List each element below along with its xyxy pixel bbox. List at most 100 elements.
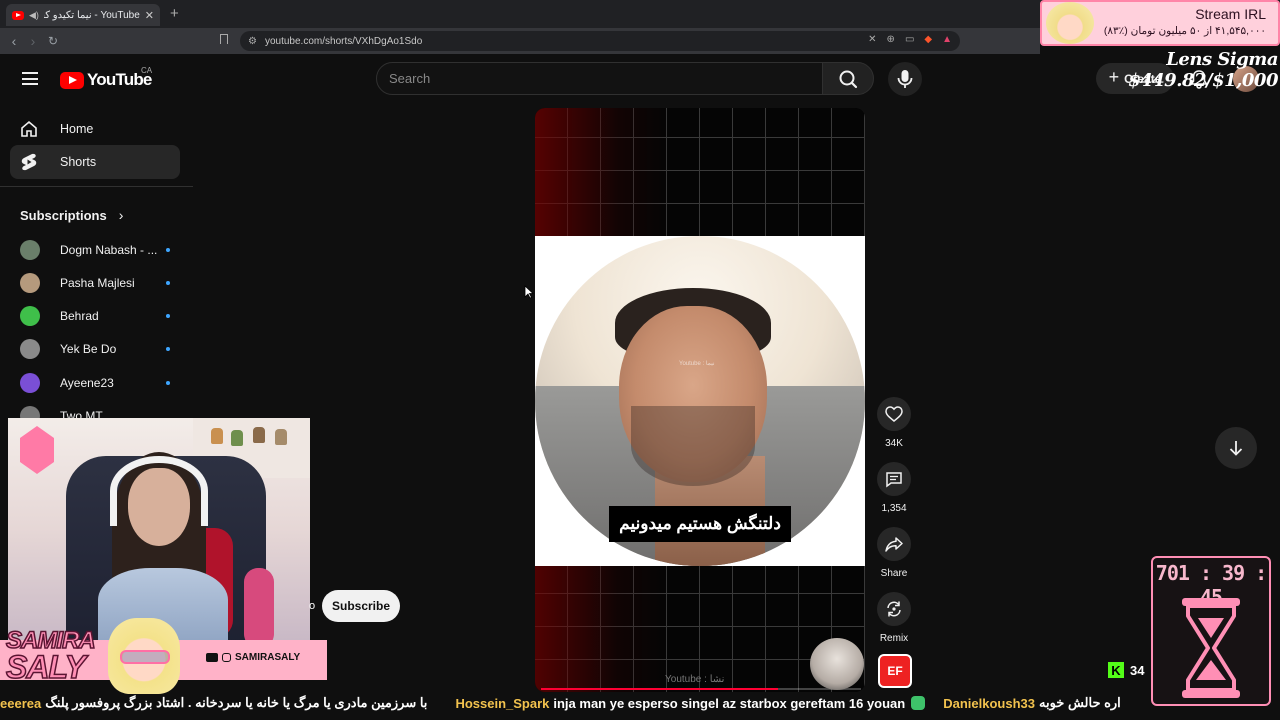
subscription-item[interactable]: Behrad [20, 303, 170, 329]
chevron-right-icon: › [118, 207, 124, 223]
viewer-count: K 34 [1108, 662, 1144, 678]
kick-logo-icon: K [1108, 662, 1124, 678]
bookmark-icon[interactable] [220, 34, 228, 44]
figurine [231, 430, 243, 446]
progress-fill [541, 688, 778, 690]
reload-icon[interactable]: ↻ [45, 34, 61, 48]
channel-avatar [20, 373, 40, 393]
new-tab-icon[interactable]: + [170, 5, 179, 22]
short-channel-avatar[interactable] [810, 638, 864, 690]
browser-tab[interactable]: ◀) YouTube - نیما تکیدو کجاس ؟ ✕ [6, 4, 160, 26]
figurine [211, 428, 223, 444]
subscription-item[interactable]: Dogm Nabash - ... [20, 237, 170, 263]
new-content-dot [166, 281, 170, 285]
speaker-icon[interactable]: ◀) [29, 10, 39, 21]
forward-icon[interactable]: › [25, 33, 41, 49]
channel-name: Yek Be Do [60, 342, 117, 356]
comment-count: 1,354 [881, 503, 907, 514]
shorts-player[interactable]: Youtube : نیما دلتنگش هستیم میدونیم Yout… [535, 108, 865, 692]
country-code: CA [141, 66, 153, 75]
close-tab-icon[interactable]: ✕ [145, 9, 154, 22]
handle-text: SAMIRASALY [235, 652, 301, 663]
back-icon[interactable]: ‹ [6, 33, 22, 49]
voice-search-button[interactable] [888, 62, 922, 96]
brand-name-line2: SALY [5, 649, 86, 685]
new-content-dot [166, 248, 170, 252]
subscription-item[interactable]: Yek Be Do [20, 336, 170, 362]
shorts-icon [20, 153, 38, 171]
next-short-button[interactable] [1215, 427, 1257, 469]
donation-avatar [1046, 2, 1094, 44]
video-watermark: Youtube : نیما [679, 361, 715, 367]
subscription-item[interactable]: Pasha Majlesi [20, 270, 170, 296]
youtube-logo[interactable]: YouTube [60, 70, 152, 90]
arrow-down-icon [1229, 441, 1243, 456]
beard [631, 406, 755, 486]
omnibox-actions: ✕ ⊕ ▭ ◆ ▲ [868, 34, 952, 45]
instagram-icon [222, 653, 231, 662]
brave-shield-icon[interactable]: ◆ [924, 34, 932, 45]
rewards-icon[interactable]: ▲ [942, 34, 952, 45]
chat-message: اره حالش خوبه [1039, 695, 1121, 710]
comments-button[interactable] [877, 462, 911, 496]
progress-bar[interactable] [541, 688, 861, 690]
remix-button[interactable] [877, 592, 911, 626]
youtube-favicon-icon [12, 10, 24, 20]
remix-icon [887, 601, 901, 617]
hourglass-icon [1180, 596, 1242, 705]
viewer-count-text: 34 [1130, 662, 1145, 678]
figurine [275, 429, 287, 445]
url-text: youtube.com/shorts/VXhDgAo1Sdo [264, 35, 423, 47]
headphones [110, 456, 208, 526]
site-info-icon[interactable]: ⚙ [248, 36, 257, 47]
cartoon-glasses [120, 650, 170, 664]
sound-thumbnail[interactable]: EF [878, 654, 912, 688]
channel-avatar [20, 240, 40, 260]
subscribe-peek-text: o [309, 600, 316, 612]
like-button[interactable] [877, 397, 911, 431]
address-bar[interactable]: ⚙ youtube.com/shorts/VXhDgAo1Sdo ✕ ⊕ ▭ ◆… [240, 31, 960, 51]
share-button[interactable] [877, 527, 911, 561]
remix-label: Remix [879, 633, 909, 644]
menu-icon[interactable] [22, 72, 38, 85]
zoom-icon[interactable]: ⊕ [887, 34, 895, 45]
channel-avatar [20, 339, 40, 359]
emote-icon [911, 696, 926, 710]
subscriptions-label: Subscriptions [20, 207, 107, 223]
channel-name: Pasha Majlesi [60, 276, 135, 290]
heart-icon [885, 406, 903, 422]
donation-progress-text: ۴۱,۵۴۵,۰۰۰ از ۵۰ میلیون تومان (٪۸۳) [1103, 25, 1266, 37]
sidebar-item-shorts[interactable]: Shorts [10, 145, 180, 179]
goal-text: Lens Sigma $449.82/$1,000 [1128, 49, 1278, 91]
figurine [253, 427, 265, 443]
home-icon [20, 120, 38, 138]
new-content-dot [166, 381, 170, 385]
mute-icon[interactable]: ✕ [868, 34, 876, 45]
like-count: 34K [885, 438, 903, 449]
channel-name: Ayeene23 [60, 376, 114, 390]
cast-icon[interactable]: ▭ [905, 34, 914, 45]
share-label: Share [880, 568, 908, 579]
channel-avatar [20, 273, 40, 293]
subscriptions-heading[interactable]: Subscriptions › [20, 207, 123, 223]
subscription-item[interactable]: Ayeene23 [20, 370, 170, 396]
chat-username: Danielkoush33 [943, 695, 1035, 711]
search-input[interactable]: Search [376, 62, 823, 95]
youtube-small-icon [206, 653, 218, 662]
search-icon [839, 70, 858, 89]
comment-icon [886, 471, 902, 487]
search-button[interactable] [822, 62, 874, 95]
chat-message: inja man ye esperso singel az starbox ge… [553, 695, 906, 711]
subscribe-button[interactable]: Subscribe [322, 590, 400, 622]
sidebar-item-label: Home [60, 122, 94, 136]
sidebar-item-home[interactable]: Home [10, 112, 180, 146]
chat-ticker: eeerea با سرزمین مادری یا مرگ یا خانه یا… [0, 693, 1140, 713]
webcam-feed [8, 418, 310, 640]
grid-background-top [535, 108, 865, 236]
brand-name: SAMIRA SALY [5, 628, 96, 685]
new-content-dot [166, 314, 170, 318]
chat-message: با سرزمین مادری یا مرگ یا خانه یا سردخان… [45, 695, 428, 710]
sidebar-divider [0, 186, 193, 187]
channel-name: Behrad [60, 309, 99, 323]
bottom-watermark: Youtube : نشا [665, 674, 725, 685]
